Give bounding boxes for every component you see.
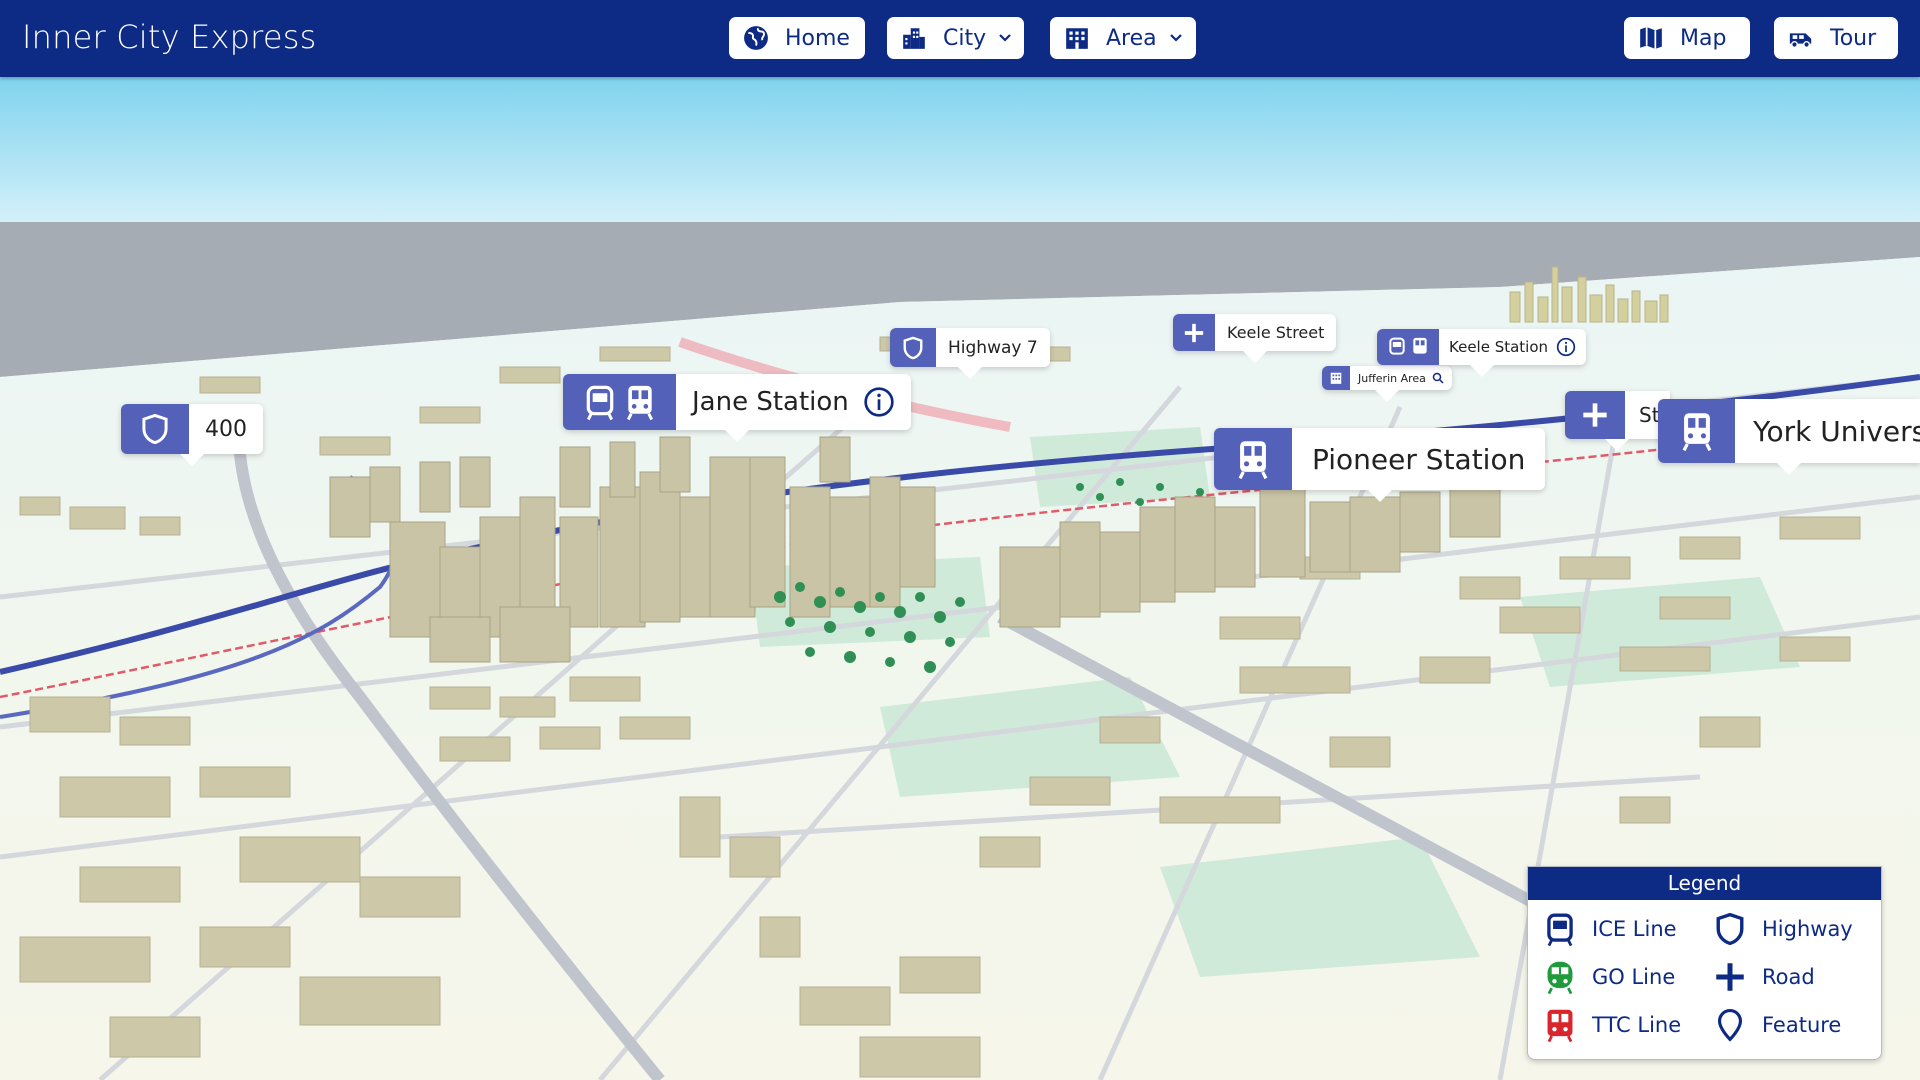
callout-label: Highway 7 <box>948 337 1038 358</box>
cross-icon <box>1712 959 1748 995</box>
chevron-down-icon <box>998 31 1012 45</box>
train-icon <box>1214 428 1292 490</box>
chevron-down-icon <box>1169 31 1183 45</box>
callout-label: Jane Station <box>692 387 849 417</box>
callout-road-partial[interactable]: St <box>1565 391 1670 451</box>
tram-and-train-icon <box>1377 329 1439 365</box>
pin-icon <box>1712 1007 1748 1043</box>
zoom-icon[interactable] <box>1432 372 1444 384</box>
home-label: Home <box>785 25 850 51</box>
tram-icon <box>1542 911 1578 947</box>
callout-highway-7[interactable]: Highway 7 <box>890 328 1050 379</box>
info-icon[interactable] <box>1556 337 1576 357</box>
area-building-icon <box>1064 25 1090 51</box>
legend-item-feature: Feature <box>1712 1007 1872 1043</box>
area-building-icon <box>1322 366 1350 390</box>
van-icon <box>1788 25 1814 51</box>
map-legend: Legend ICE Line Highway GO Line Road TTC… <box>1527 866 1882 1060</box>
city-dropdown[interactable]: City <box>887 17 1024 59</box>
city-label: City <box>943 25 987 51</box>
legend-item-ttc-line: TTC Line <box>1542 1007 1712 1043</box>
cross-icon <box>1565 391 1625 439</box>
callout-label: Jufferin Area <box>1358 371 1426 385</box>
callout-jane-station[interactable]: Jane Station <box>563 374 911 442</box>
tour-button[interactable]: Tour <box>1774 17 1898 59</box>
legend-item-highway: Highway <box>1712 911 1872 947</box>
cross-icon <box>1173 314 1215 351</box>
legend-label: ICE Line <box>1592 917 1677 941</box>
callout-highway-400[interactable]: 400 <box>121 404 263 466</box>
legend-items: ICE Line Highway GO Line Road TTC Line F… <box>1542 911 1872 1043</box>
callout-keele-street[interactable]: Keele Street <box>1173 314 1337 363</box>
callout-pioneer-station[interactable]: Pioneer Station <box>1214 428 1546 502</box>
callout-label: Keele Station <box>1449 338 1549 356</box>
app-title: Inner City Express <box>22 18 317 56</box>
callout-york-university[interactable]: York Univers <box>1658 399 1920 475</box>
area-dropdown[interactable]: Area <box>1050 17 1196 59</box>
tram-and-train-icon <box>563 374 676 430</box>
map-label: Map <box>1680 25 1727 51</box>
callout-label: 400 <box>205 416 247 442</box>
callout-label: York Univers <box>1753 414 1920 448</box>
train-icon <box>1542 959 1578 995</box>
sky <box>0 77 1920 227</box>
legend-item-ice-line: ICE Line <box>1542 911 1712 947</box>
shield-icon <box>1712 911 1748 947</box>
legend-label: GO Line <box>1592 965 1676 989</box>
shield-icon <box>890 328 936 367</box>
callout-label: Keele Street <box>1227 323 1325 342</box>
legend-item-road: Road <box>1712 959 1872 995</box>
tour-label: Tour <box>1830 25 1877 51</box>
shield-icon <box>121 404 189 454</box>
legend-label: Feature <box>1762 1013 1842 1037</box>
callout-keele-station[interactable]: Keele Station <box>1377 329 1587 377</box>
train-icon <box>1658 399 1736 463</box>
legend-label: Highway <box>1762 917 1853 941</box>
legend-title: Legend <box>1528 867 1881 900</box>
top-bar: Inner City Express Home City Area Map To… <box>0 0 1920 77</box>
area-label: Area <box>1106 25 1157 51</box>
subway-icon <box>1542 1007 1578 1043</box>
city-buildings-icon <box>901 25 927 51</box>
legend-label: Road <box>1762 965 1815 989</box>
home-button[interactable]: Home <box>729 17 865 59</box>
legend-item-go-line: GO Line <box>1542 959 1712 995</box>
callout-label: Pioneer Station <box>1312 442 1526 476</box>
globe-icon <box>743 25 769 51</box>
map-icon <box>1638 25 1664 51</box>
info-icon[interactable] <box>863 386 895 418</box>
map-button[interactable]: Map <box>1624 17 1750 59</box>
legend-label: TTC Line <box>1592 1013 1682 1037</box>
callout-jufferin-area[interactable]: Jufferin Area <box>1322 366 1452 402</box>
